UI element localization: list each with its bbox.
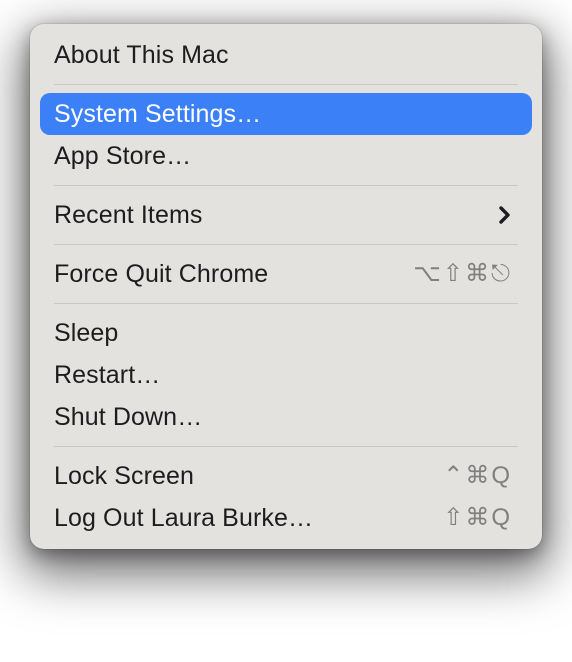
menu-shortcut: ⌥⇧⌘⎋ (413, 262, 512, 286)
menu-item-label: App Store… (54, 144, 191, 169)
menu-item-sleep[interactable]: Sleep (40, 312, 532, 354)
menu-separator (54, 84, 518, 85)
menu-item-label: Lock Screen (54, 464, 194, 489)
menu-item-label: Force Quit Chrome (54, 262, 268, 287)
menu-item-label: About This Mac (54, 43, 229, 68)
menu-item-lock-screen[interactable]: Lock Screen ⌃⌘Q (40, 455, 532, 497)
menu-item-label: Log Out Laura Burke… (54, 506, 313, 531)
menu-item-recent-items[interactable]: Recent Items (40, 194, 532, 236)
menu-item-label: Shut Down… (54, 405, 202, 430)
apple-menu: About This Mac System Settings… App Stor… (30, 24, 542, 549)
menu-item-log-out[interactable]: Log Out Laura Burke… ⇧⌘Q (40, 497, 532, 539)
menu-item-force-quit[interactable]: Force Quit Chrome ⌥⇧⌘⎋ (40, 253, 532, 295)
menu-separator (54, 244, 518, 245)
menu-separator (54, 303, 518, 304)
menu-shortcut: ⌃⌘Q (443, 464, 512, 488)
menu-item-restart[interactable]: Restart… (40, 354, 532, 396)
menu-item-label: Restart… (54, 363, 160, 388)
menu-item-label: Sleep (54, 321, 118, 346)
menu-item-system-settings[interactable]: System Settings… (40, 93, 532, 135)
menu-item-label: Recent Items (54, 203, 202, 228)
menu-separator (54, 185, 518, 186)
menu-item-about-this-mac[interactable]: About This Mac (40, 34, 532, 76)
menu-separator (54, 446, 518, 447)
menu-item-shut-down[interactable]: Shut Down… (40, 396, 532, 438)
menu-shortcut: ⇧⌘Q (443, 506, 512, 530)
menu-item-label: System Settings… (54, 102, 261, 127)
menu-item-app-store[interactable]: App Store… (40, 135, 532, 177)
chevron-right-icon (498, 205, 512, 225)
